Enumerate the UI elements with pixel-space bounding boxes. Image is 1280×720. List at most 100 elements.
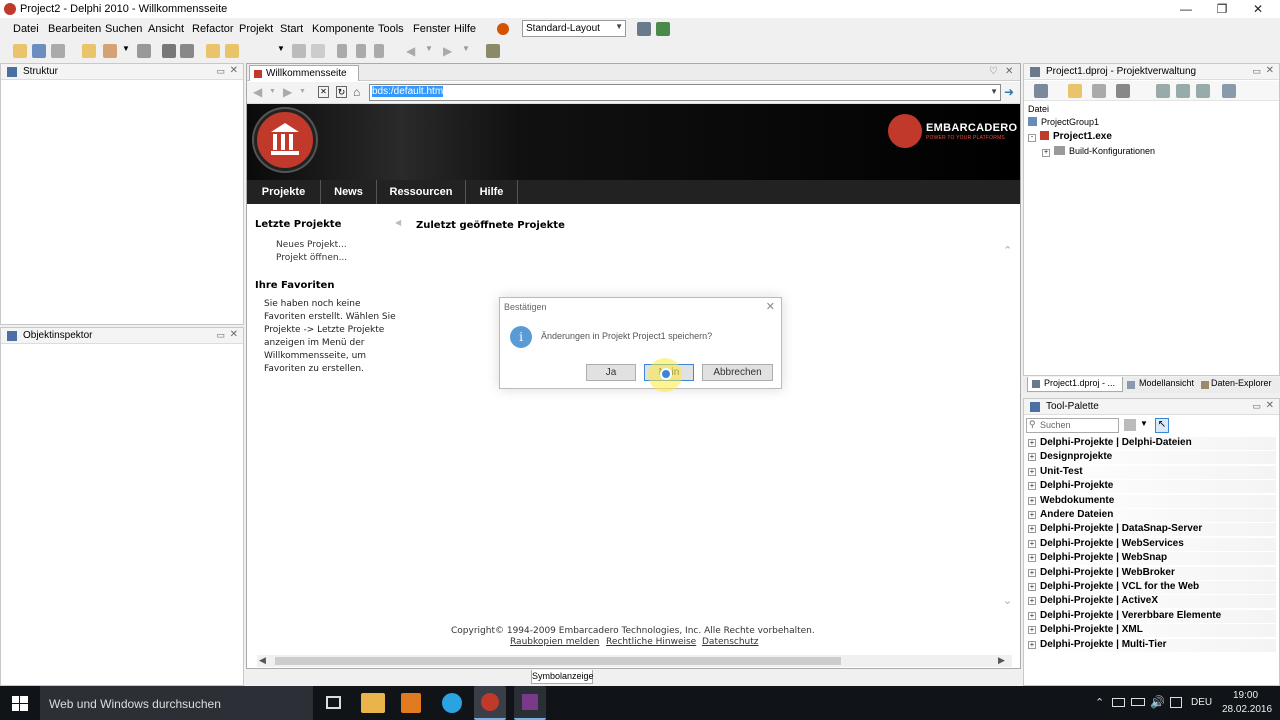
app-taskbar-icon[interactable]: [514, 686, 546, 720]
palette-category[interactable]: + Delphi-Projekte | WebSnap: [1026, 552, 1276, 565]
expand-icon[interactable]: [1176, 84, 1190, 98]
layout-combo[interactable]: Standard-Layout ▼: [522, 20, 626, 37]
save-all-icon[interactable]: [51, 44, 65, 58]
back-dropdown-icon[interactable]: ▼: [269, 88, 276, 95]
help-globe-icon[interactable]: [497, 23, 509, 35]
new-items-icon[interactable]: [13, 44, 27, 58]
categories-icon[interactable]: [1124, 419, 1136, 431]
new-unit-icon[interactable]: [82, 44, 96, 58]
tray-volume-icon[interactable]: 🔊: [1150, 695, 1165, 709]
close-icon[interactable]: ✕: [1005, 66, 1013, 77]
view-unit-icon[interactable]: [206, 44, 220, 58]
expand-box-icon[interactable]: +: [1042, 149, 1050, 157]
open-project-icon[interactable]: [32, 44, 46, 58]
menu-komponente[interactable]: Komponente: [312, 23, 374, 35]
pin-icon[interactable]: ▭: [216, 330, 225, 341]
palette-category[interactable]: + Delphi-Projekte | WebServices: [1026, 538, 1276, 551]
collapse-icon[interactable]: ◀: [395, 218, 401, 227]
tab-willkommensseite[interactable]: Willkommensseite: [249, 65, 359, 81]
task-view-icon[interactable]: [326, 696, 341, 709]
collapse-icon[interactable]: [1196, 84, 1210, 98]
close-icon[interactable]: ✕: [1266, 65, 1274, 76]
nav-hilfe[interactable]: Hilfe: [466, 180, 518, 204]
expand-icon[interactable]: +: [1028, 468, 1036, 476]
remove-from-project-icon[interactable]: [180, 44, 194, 58]
menu-suchen[interactable]: Suchen: [105, 23, 142, 35]
pause-icon[interactable]: [292, 44, 306, 58]
step-over-icon[interactable]: [356, 44, 366, 58]
cancel-button[interactable]: Abbrechen: [702, 364, 773, 381]
expand-icon[interactable]: +: [1028, 583, 1036, 591]
palette-category[interactable]: + Delphi-Projekte | VCL for the Web: [1026, 581, 1276, 594]
tab-data-explorer[interactable]: Daten-Explorer: [1199, 378, 1280, 392]
palette-category[interactable]: + Delphi-Projekte | Delphi-Dateien: [1026, 437, 1276, 450]
forward-dropdown-icon[interactable]: ▼: [299, 88, 306, 95]
back-arrow-icon[interactable]: ◀: [406, 44, 420, 58]
expand-icon[interactable]: +: [1028, 453, 1036, 461]
url-input[interactable]: bds:/default.htm ▼: [369, 84, 1001, 101]
activate-icon[interactable]: [1034, 84, 1048, 98]
tray-language[interactable]: DEU: [1191, 697, 1212, 708]
close-button[interactable]: ✕: [1240, 0, 1276, 18]
bottom-tab-symbolanzeige[interactable]: Symbolanzeige: [531, 670, 594, 684]
pin-icon[interactable]: ▭: [216, 66, 225, 77]
palette-category[interactable]: + Delphi-Projekte | XML: [1026, 624, 1276, 637]
scroll-left-icon[interactable]: ◀: [259, 655, 266, 666]
forward-arrow-icon[interactable]: ▶: [443, 44, 457, 58]
favorite-icon[interactable]: ♡: [989, 66, 998, 77]
sync-icon[interactable]: [1156, 84, 1170, 98]
run-to-cursor-icon[interactable]: [374, 44, 384, 58]
forward-icon[interactable]: ▶: [283, 85, 292, 99]
expand-icon[interactable]: +: [1028, 597, 1036, 605]
outlook-icon[interactable]: [401, 693, 421, 713]
stop-icon[interactable]: ✕: [318, 86, 329, 98]
close-icon[interactable]: ✕: [230, 329, 238, 340]
palette-category[interactable]: + Unit-Test: [1026, 466, 1276, 479]
tray-chevron-icon[interactable]: ⌃: [1095, 696, 1104, 709]
home-icon[interactable]: ⌂: [353, 85, 360, 99]
palette-category[interactable]: + Delphi-Projekte: [1026, 480, 1276, 493]
skype-icon[interactable]: [442, 693, 462, 713]
save-layout-icon[interactable]: [637, 22, 651, 36]
go-icon[interactable]: ➜: [1004, 85, 1014, 99]
link-rechtliche-hinweise[interactable]: Rechtliche Hinweise: [606, 637, 696, 647]
palette-category[interactable]: + Delphi-Projekte | DataSnap-Server: [1026, 523, 1276, 536]
scroll-up-icon[interactable]: ⌃: [1003, 244, 1012, 257]
add-to-project-icon[interactable]: [162, 44, 176, 58]
close-icon[interactable]: ✕: [230, 65, 238, 76]
nav-news[interactable]: News: [321, 180, 377, 204]
remove-icon[interactable]: [1092, 84, 1106, 98]
menu-ansicht[interactable]: Ansicht: [148, 23, 184, 35]
save-icon[interactable]: [137, 44, 151, 58]
refresh-icon[interactable]: ↻: [336, 86, 347, 98]
tray-message-icon[interactable]: [1170, 697, 1182, 708]
set-layout-icon[interactable]: [656, 22, 670, 36]
maximize-button[interactable]: ❐: [1204, 0, 1240, 18]
menu-refactor[interactable]: Refactor: [192, 23, 234, 35]
close-icon[interactable]: ✕: [1266, 400, 1274, 411]
tray-battery-icon[interactable]: [1131, 698, 1145, 706]
back-dropdown-icon[interactable]: ▼: [425, 44, 433, 58]
expand-icon[interactable]: +: [1028, 525, 1036, 533]
minimize-button[interactable]: —: [1168, 0, 1204, 18]
windows-start-icon[interactable]: [12, 696, 28, 711]
menu-fenster[interactable]: Fenster: [413, 23, 450, 35]
palette-search[interactable]: ⚲ Suchen: [1026, 418, 1119, 433]
forward-dropdown-icon[interactable]: ▼: [462, 44, 470, 58]
new-project-link[interactable]: Neues Projekt...: [276, 240, 347, 250]
horizontal-scrollbar[interactable]: ◀ ▶: [257, 655, 1012, 667]
expand-icon[interactable]: +: [1028, 626, 1036, 634]
stop-icon[interactable]: [311, 44, 325, 58]
palette-category[interactable]: + Delphi-Projekte | Vererbbare Elemente: [1026, 610, 1276, 623]
menu-projekt[interactable]: Projekt: [239, 23, 273, 35]
scroll-down-icon[interactable]: ⌄: [1003, 594, 1012, 607]
menu-datei[interactable]: Datei: [13, 23, 39, 35]
palette-category[interactable]: + Delphi-Projekte | WebBroker: [1026, 567, 1276, 580]
expand-icon[interactable]: +: [1028, 569, 1036, 577]
back-icon[interactable]: ◀: [253, 85, 262, 99]
tree-item-project-exe[interactable]: - Project1.exe: [1028, 131, 1112, 142]
delphi-taskbar-icon[interactable]: [474, 686, 506, 720]
menu-start[interactable]: Start: [280, 23, 303, 35]
taskbar-search[interactable]: Web und Windows durchsuchen: [40, 686, 313, 720]
expand-icon[interactable]: +: [1028, 540, 1036, 548]
